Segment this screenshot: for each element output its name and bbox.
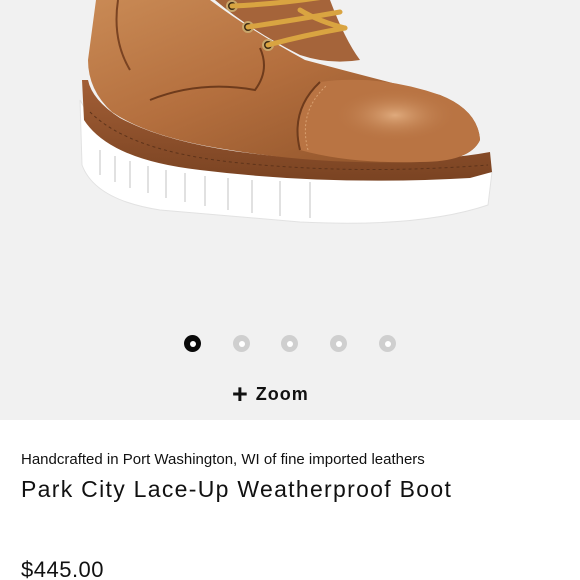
product-image[interactable] (0, 0, 580, 320)
plus-icon: + (232, 378, 248, 409)
carousel-dot-5[interactable] (379, 335, 396, 352)
carousel-dots (0, 335, 580, 353)
carousel-dot-2[interactable] (233, 335, 250, 352)
zoom-label: Zoom (255, 383, 309, 404)
product-gallery[interactable]: + Zoom (0, 0, 580, 420)
product-info: Handcrafted in Port Washington, WI of fi… (0, 420, 580, 580)
product-price: $445.00 (21, 557, 105, 580)
product-tagline: Handcrafted in Port Washington, WI of fi… (21, 451, 425, 468)
carousel-dot-3[interactable] (281, 335, 298, 352)
carousel-dot-4[interactable] (330, 335, 347, 352)
carousel-dot-1[interactable] (184, 335, 201, 352)
zoom-button[interactable]: + Zoom (232, 380, 309, 408)
product-title: Park City Lace-Up Weatherproof Boot (21, 476, 453, 502)
